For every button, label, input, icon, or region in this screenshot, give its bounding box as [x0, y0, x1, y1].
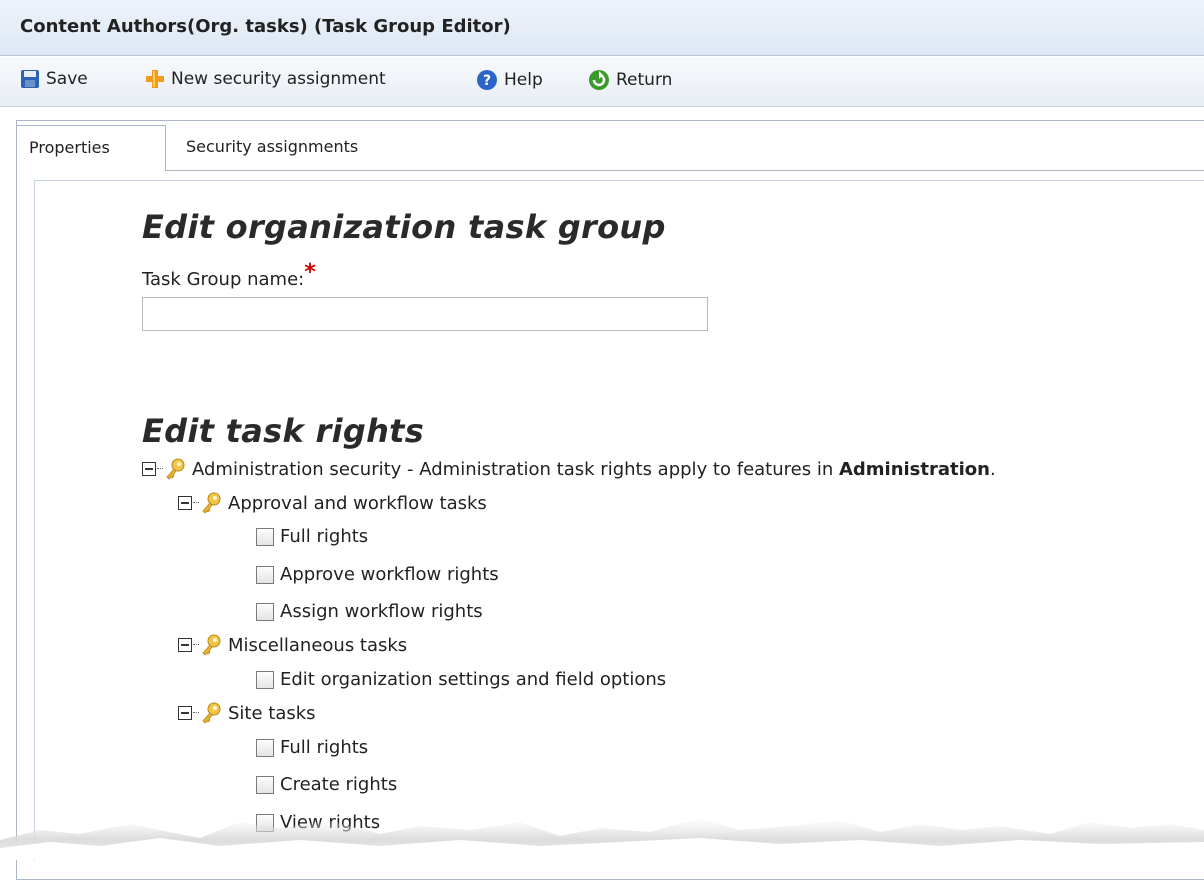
help-icon: ? — [477, 70, 497, 90]
title-bar: Content Authors(Org. tasks) (Task Group … — [0, 0, 1204, 56]
task-group-heading: Edit organization task group — [142, 208, 666, 246]
administration-period: . — [989, 458, 996, 480]
administration-bold-label: Administration — [838, 458, 990, 480]
key-icon — [166, 458, 185, 480]
new-security-assignment-button[interactable]: New security assignment — [145, 69, 386, 89]
right-checkbox[interactable] — [256, 527, 274, 546]
tab-divider — [166, 170, 1204, 171]
right-checkbox[interactable] — [256, 565, 274, 584]
task-rights-heading: Edit task rights — [142, 412, 425, 450]
key-icon — [202, 702, 221, 724]
task-group-name-label-text: Task Group name: — [142, 269, 305, 290]
required-marker: * — [304, 260, 316, 285]
tree-connector — [193, 502, 199, 504]
key-icon — [202, 634, 221, 656]
return-label: Return — [616, 70, 673, 90]
task-group-name-input[interactable] — [142, 297, 708, 331]
return-icon — [589, 70, 609, 90]
right-label: Assign workflow rights — [280, 601, 483, 622]
return-button[interactable]: Return — [588, 69, 672, 91]
right-label: Full rights — [280, 737, 369, 758]
new-security-label: New security assignment — [171, 69, 386, 89]
save-label: Save — [46, 69, 88, 89]
tree-node-administration-security: Administration security - Administration… — [142, 458, 996, 480]
group-label: Miscellaneous tasks — [228, 634, 408, 656]
right-item: Edit organization settings and field opt… — [256, 669, 666, 690]
group-label: Approval and workflow tasks — [228, 492, 487, 514]
key-icon — [202, 492, 221, 514]
tree-node-site-tasks: Site tasks — [178, 702, 316, 724]
toolbar: Save New security assignment ? Help Retu… — [0, 57, 1204, 107]
tree-connector — [193, 644, 199, 646]
tab-properties-label: Properties — [29, 138, 110, 157]
tab-security-assignments-label: Security assignments — [186, 137, 359, 156]
right-item: Full rights — [256, 526, 368, 547]
right-item: Approve workflow rights — [256, 564, 499, 585]
tree-connector — [193, 712, 199, 714]
save-icon — [21, 70, 39, 88]
save-button[interactable]: Save — [20, 69, 88, 89]
tree-connector — [157, 468, 163, 470]
right-item: Create rights — [256, 774, 397, 795]
right-checkbox[interactable] — [256, 775, 274, 794]
collapse-toggle-icon[interactable] — [178, 706, 192, 720]
collapse-toggle-icon[interactable] — [178, 496, 192, 510]
help-button[interactable]: ? Help — [476, 69, 543, 91]
right-checkbox[interactable] — [256, 670, 274, 689]
tab-security-assignments[interactable]: Security assignments — [174, 125, 370, 171]
right-label: Edit organization settings and field opt… — [280, 669, 667, 690]
task-group-name-label: Task Group name:* — [142, 260, 316, 291]
right-item: Assign workflow rights — [256, 601, 483, 622]
right-item: Full rights — [256, 737, 368, 758]
group-label: Site tasks — [228, 702, 316, 724]
window-title: Content Authors(Org. tasks) (Task Group … — [20, 16, 511, 37]
right-label: Create rights — [280, 774, 398, 795]
tab-properties[interactable]: Properties — [16, 125, 166, 171]
right-checkbox[interactable] — [256, 738, 274, 757]
right-checkbox[interactable] — [256, 602, 274, 621]
collapse-toggle-icon[interactable] — [178, 638, 192, 652]
torn-edge-effect — [0, 818, 1204, 860]
help-label: Help — [504, 70, 543, 90]
collapse-toggle-icon[interactable] — [142, 462, 156, 476]
tree-node-approval-workflow: Approval and workflow tasks — [178, 492, 487, 514]
add-icon — [146, 70, 164, 88]
right-label: Approve workflow rights — [280, 564, 499, 585]
tree-node-miscellaneous: Miscellaneous tasks — [178, 634, 407, 656]
administration-security-label: Administration security - Administration… — [192, 458, 839, 480]
right-label: Full rights — [280, 526, 369, 547]
svg-text:?: ? — [483, 73, 491, 89]
